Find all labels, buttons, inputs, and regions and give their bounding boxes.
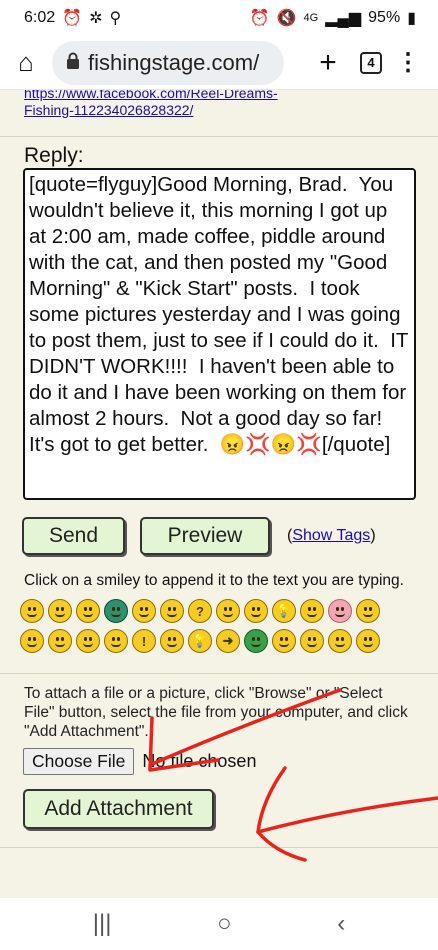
smiley-hint: Click on a smiley to append it to the te… bbox=[24, 572, 404, 589]
grin-icon[interactable] bbox=[48, 599, 72, 623]
cool-icon[interactable] bbox=[216, 599, 240, 623]
alarm-off-icon: ⏰ bbox=[249, 10, 270, 27]
tab-count-button[interactable]: 4 bbox=[360, 51, 382, 74]
idea-bulb-icon[interactable]: 💡 bbox=[188, 629, 212, 653]
page-content: https://www.facebook.com/Reel-Dreams- Fi… bbox=[0, 90, 438, 898]
mad-icon[interactable] bbox=[20, 629, 44, 653]
url-text: fishingstage.com/ bbox=[88, 49, 260, 75]
thumbs-up-icon[interactable] bbox=[300, 629, 324, 653]
address-bar[interactable]: fishingstage.com/ bbox=[52, 40, 284, 85]
wink-icon[interactable] bbox=[104, 629, 128, 653]
signal-icon: ▂▄▆ bbox=[325, 10, 362, 27]
send-button[interactable]: Send bbox=[22, 517, 125, 555]
reply-actions: Send Preview (Show Tags) bbox=[22, 517, 438, 555]
reply-textarea[interactable]: [quote=flyguy]Good Morning, Brad. You wo… bbox=[23, 168, 416, 500]
smile-icon[interactable] bbox=[20, 599, 44, 623]
location-icon: ⚲ bbox=[109, 10, 122, 27]
divider bbox=[0, 136, 438, 137]
recent-apps-icon[interactable]: ||| bbox=[93, 910, 112, 938]
show-tags-close-paren: ) bbox=[370, 527, 376, 544]
neutral-icon[interactable] bbox=[356, 629, 380, 653]
facebook-link-line2[interactable]: Fishing-112234026828322/ bbox=[24, 102, 193, 118]
network-label: 4G bbox=[303, 12, 319, 24]
status-bar: 6:02 ⏰ ✲ ⚲ ⏰ 🔇 4G ▂▄▆ 95% ▮ bbox=[0, 0, 438, 36]
arrow-icon[interactable]: ➜ bbox=[216, 629, 240, 653]
sad-icon[interactable] bbox=[76, 599, 100, 623]
question-icon[interactable]: ? bbox=[188, 599, 212, 623]
file-picker-row: Choose File No file chosen bbox=[23, 748, 438, 775]
twisted-icon[interactable] bbox=[272, 629, 296, 653]
browser-toolbar: ⌂ fishingstage.com/ + 4 ⋮ bbox=[0, 36, 438, 90]
attachment-instructions: To attach a file or a picture, click "Br… bbox=[24, 685, 408, 740]
new-tab-icon[interactable]: + bbox=[298, 46, 358, 80]
confused-sign-icon[interactable] bbox=[328, 629, 352, 653]
laugh-icon[interactable] bbox=[244, 599, 268, 623]
facebook-link-block: https://www.facebook.com/Reel-Dreams- Fi… bbox=[0, 90, 438, 124]
idea-icon[interactable]: 💡 bbox=[272, 599, 296, 623]
home-icon[interactable]: ⌂ bbox=[0, 47, 52, 78]
smiley-grid: ? 💡! 💡 ➜ bbox=[20, 599, 400, 653]
frown-icon[interactable] bbox=[356, 599, 380, 623]
divider bbox=[0, 673, 438, 674]
smirk-icon[interactable] bbox=[160, 629, 184, 653]
evil-icon[interactable] bbox=[48, 629, 72, 653]
back-icon[interactable]: ‹ bbox=[337, 910, 345, 938]
mute-icon: 🔇 bbox=[276, 10, 297, 27]
tongue-icon[interactable] bbox=[300, 599, 324, 623]
add-attachment-button[interactable]: Add Attachment bbox=[23, 789, 214, 829]
battery-text: 95% bbox=[368, 9, 401, 26]
shocked-icon[interactable] bbox=[132, 599, 156, 623]
preview-button[interactable]: Preview bbox=[140, 517, 270, 555]
rolleyes-icon[interactable] bbox=[76, 629, 100, 653]
green-face-icon[interactable] bbox=[244, 629, 268, 653]
blush-icon[interactable] bbox=[328, 599, 352, 623]
status-time: 6:02 bbox=[24, 9, 56, 26]
show-tags: (Show Tags) bbox=[287, 527, 376, 545]
battery-icon: ▮ bbox=[407, 10, 416, 27]
pinwheel-icon: ✲ bbox=[89, 10, 103, 27]
show-tags-link[interactable]: Show Tags bbox=[292, 527, 370, 544]
lock-icon bbox=[66, 52, 80, 74]
exclaim-icon[interactable]: ! bbox=[132, 629, 156, 653]
more-menu-icon[interactable]: ⋮ bbox=[388, 48, 428, 77]
no-file-label: No file chosen bbox=[142, 751, 257, 771]
home-circle-icon[interactable]: ○ bbox=[217, 910, 232, 938]
choose-file-button[interactable]: Choose File bbox=[23, 748, 135, 775]
status-right: ⏰ 🔇 4G ▂▄▆ 95% ▮ bbox=[250, 8, 416, 28]
android-nav-bar: ||| ○ ‹ bbox=[0, 898, 438, 950]
reply-label: Reply: bbox=[24, 144, 84, 167]
teeth-icon[interactable] bbox=[104, 599, 128, 623]
confused-icon[interactable] bbox=[160, 599, 184, 623]
divider bbox=[0, 847, 438, 848]
status-left: 6:02 ⏰ ✲ ⚲ bbox=[24, 8, 121, 28]
alarm-icon: ⏰ bbox=[62, 10, 83, 27]
facebook-link-line1[interactable]: https://www.facebook.com/Reel-Dreams- bbox=[24, 90, 278, 101]
